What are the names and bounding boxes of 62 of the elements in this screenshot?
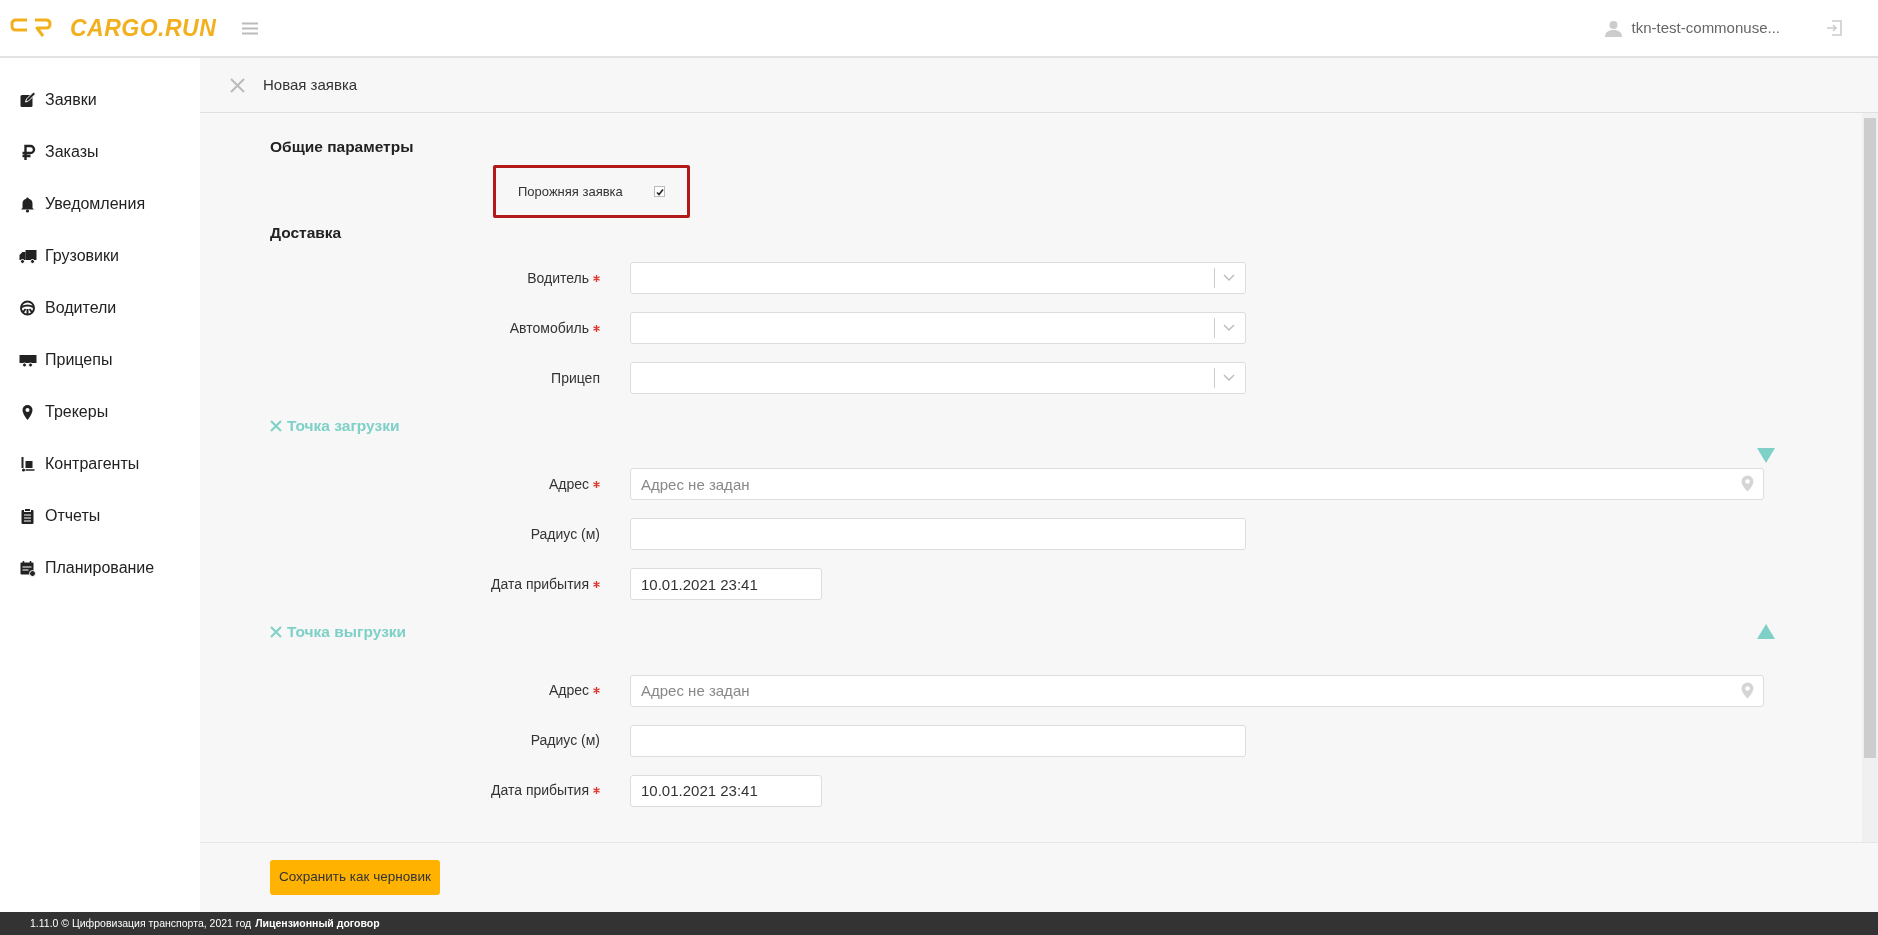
section-heading: Общие параметры: [270, 137, 415, 157]
field-label: Водитель: [527, 268, 589, 288]
footer-text: 1.11.0 © Цифровизация транспорта, 2021 год: [30, 915, 252, 931]
truck-icon: [19, 247, 37, 265]
sidebar-item[interactable]: Заказы: [0, 126, 200, 178]
sidebar-item[interactable]: Грузовики: [0, 230, 200, 282]
select-field[interactable]: [630, 362, 1246, 394]
address-field[interactable]: Адрес не задан: [630, 468, 1764, 501]
field-label: Радиус (м): [530, 731, 600, 750]
sidebar-item[interactable]: Планирование: [0, 542, 200, 594]
sidebar-item[interactable]: Прицепы: [0, 334, 200, 386]
sidebar-item[interactable]: Отчеты: [0, 490, 200, 542]
hand-truck-icon: [19, 455, 37, 473]
sidebar-item[interactable]: Трекеры: [0, 386, 200, 438]
sidebar-item[interactable]: Заявки: [0, 74, 200, 126]
section-heading: Доставка: [270, 223, 343, 243]
field-label: Адрес: [548, 681, 589, 700]
sidebar-item[interactable]: Водители: [0, 282, 200, 334]
sidebar-item[interactable]: Уведомления: [0, 178, 200, 230]
chevron-down-icon: [1223, 374, 1235, 382]
address-field[interactable]: Адрес не задан: [630, 674, 1764, 707]
select-field[interactable]: [630, 312, 1246, 344]
logo-text: CARGO.RUN: [70, 13, 217, 43]
point-heading: Точка выгрузки: [287, 622, 407, 643]
field-label: Радиус (м): [530, 524, 600, 544]
page-title: Новая заявка: [263, 74, 358, 95]
license-link[interactable]: Лицензионный договор: [255, 915, 380, 932]
chevron-down-icon: [1223, 274, 1235, 282]
logo-icon: [10, 17, 54, 39]
close-icon[interactable]: [270, 625, 282, 638]
clipboard-icon: [19, 507, 37, 525]
field-label: Дата прибытия: [491, 781, 589, 800]
field-label: Дата прибытия: [491, 574, 589, 594]
select-field[interactable]: [630, 262, 1246, 294]
user-icon: [1604, 19, 1622, 37]
checkbox[interactable]: [654, 186, 665, 197]
field-label: Адрес: [548, 474, 589, 494]
calendar-icon: [19, 559, 37, 577]
close-icon[interactable]: [230, 77, 245, 93]
date-field[interactable]: 10.01.2021 23:41: [630, 774, 822, 807]
map-pin-icon[interactable]: [1741, 681, 1754, 699]
field-label: Автомобиль: [509, 318, 589, 338]
scrollbar[interactable]: [1862, 113, 1878, 842]
checkbox-label: Порожняя заявка: [518, 182, 623, 201]
sidebar-item[interactable]: Контрагенты: [0, 438, 200, 490]
chevron-down-icon: [1223, 324, 1235, 332]
map-pin-icon[interactable]: [1741, 475, 1754, 493]
save-draft-button[interactable]: Сохранить как черновик: [270, 860, 440, 895]
text-field[interactable]: [630, 518, 1246, 551]
point-heading: Точка загрузки: [287, 416, 400, 436]
triangle-down-icon[interactable]: [1757, 448, 1775, 464]
triangle-up-icon[interactable]: [1757, 624, 1775, 640]
field-label: Прицеп: [551, 368, 600, 388]
text-field[interactable]: [630, 724, 1246, 757]
user-name[interactable]: tkn-test-commonuse...: [1631, 16, 1780, 40]
close-icon[interactable]: [270, 419, 282, 432]
steering-wheel-icon: [19, 299, 37, 317]
logout-icon[interactable]: [1826, 20, 1842, 36]
menu-icon[interactable]: [242, 21, 258, 35]
edit-icon: [19, 91, 37, 109]
date-field[interactable]: 10.01.2021 23:41: [630, 568, 822, 601]
bell-icon: [19, 195, 37, 213]
